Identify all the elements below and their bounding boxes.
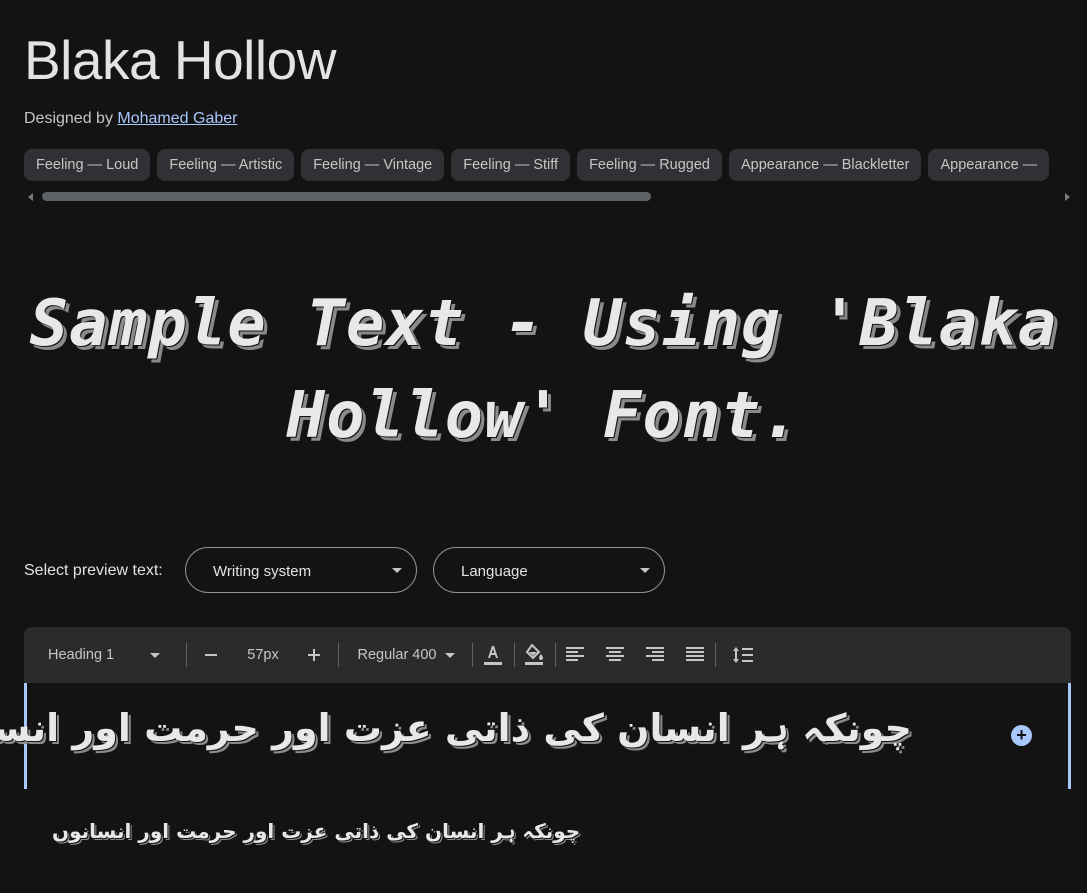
designer-line: Designed by Mohamed Gaber	[24, 110, 237, 128]
font-weight-value: Regular 400	[357, 647, 437, 663]
text-style-value: Heading 1	[48, 647, 115, 663]
font-specimen-page: Blaka Hollow Designed by Mohamed Gaber F…	[0, 0, 1087, 893]
fill-color-button[interactable]	[519, 627, 549, 683]
chevron-down-icon	[150, 652, 161, 658]
tag-chip[interactable]: Feeling — Stiff	[451, 149, 571, 181]
scroll-left-arrow-icon[interactable]	[28, 193, 33, 201]
tag-chip[interactable]: Feeling — Loud	[24, 149, 151, 181]
line-height-button[interactable]	[728, 627, 758, 683]
editable-heading-block[interactable]: چونکہ ہر انسان کی ذاتی عزت اور حرمت اور …	[0, 683, 1071, 789]
decrease-size-button[interactable]	[196, 627, 226, 683]
language-value: Language	[461, 563, 528, 580]
toolbar-divider	[555, 643, 556, 667]
scroll-right-arrow-icon[interactable]	[1065, 193, 1070, 201]
heading-preview-text[interactable]: چونکہ ہر انسان کی ذاتی عزت اور حرمت اور …	[0, 701, 912, 755]
designed-by-label: Designed by	[24, 110, 113, 127]
increase-size-button[interactable]	[298, 627, 330, 683]
font-size-value: 57px	[247, 647, 279, 663]
add-circle-icon[interactable]: +	[1011, 725, 1032, 746]
tag-chip[interactable]: Appearance —	[928, 149, 1050, 181]
tag-chip[interactable]: Feeling — Artistic	[157, 149, 295, 181]
align-right-icon	[646, 647, 664, 661]
line-height-icon	[733, 647, 753, 663]
designer-link[interactable]: Mohamed Gaber	[117, 110, 237, 127]
writing-system-select[interactable]: Writing system	[185, 547, 417, 593]
scrollbar-thumb[interactable]	[42, 192, 651, 201]
language-select[interactable]: Language	[433, 547, 665, 593]
align-left-button[interactable]	[561, 627, 589, 683]
toolbar-divider	[514, 643, 515, 667]
sample-text-preview: Sample Text - Using 'Blaka Hollow' Font.	[29, 287, 1058, 453]
align-justify-icon	[686, 647, 704, 661]
toolbar-divider	[472, 643, 473, 667]
font-size-field[interactable]: 57px	[234, 627, 292, 683]
toolbar-divider	[338, 643, 339, 667]
chevron-down-icon	[392, 568, 402, 573]
editor-toolbar: Heading 1 57px Regular 400	[24, 627, 1071, 683]
align-right-button[interactable]	[641, 627, 669, 683]
writing-system-value: Writing system	[213, 563, 312, 580]
text-style-dropdown[interactable]: Heading 1	[38, 627, 190, 683]
tags-scrollbar[interactable]	[24, 190, 1074, 204]
preview-text-label: Select preview text:	[24, 562, 163, 579]
text-color-icon	[484, 646, 502, 665]
chevron-down-icon	[640, 568, 650, 573]
chevron-down-icon	[444, 652, 455, 658]
toolbar-divider	[715, 643, 716, 667]
tag-chip[interactable]: Feeling — Rugged	[577, 149, 722, 181]
font-title: Blaka Hollow	[24, 29, 336, 91]
paragraph-preview-text[interactable]: چونکہ ہر انسان کی ذاتی عزت اور حرمت اور …	[52, 815, 580, 847]
plus-icon	[308, 649, 320, 661]
font-weight-dropdown[interactable]: Regular 400	[346, 627, 466, 683]
tag-chip-list: Feeling — Loud Feeling — Artistic Feelin…	[24, 149, 1087, 181]
fill-color-icon	[525, 643, 543, 665]
text-color-button[interactable]	[478, 627, 508, 683]
toolbar-divider	[186, 643, 187, 667]
align-left-icon	[566, 647, 584, 661]
tag-chip[interactable]: Appearance — Blackletter	[729, 149, 922, 181]
minus-icon	[205, 654, 217, 656]
tag-chip[interactable]: Feeling — Vintage	[301, 149, 445, 181]
align-justify-button[interactable]	[681, 627, 709, 683]
align-center-button[interactable]	[601, 627, 629, 683]
align-center-icon	[606, 647, 624, 661]
